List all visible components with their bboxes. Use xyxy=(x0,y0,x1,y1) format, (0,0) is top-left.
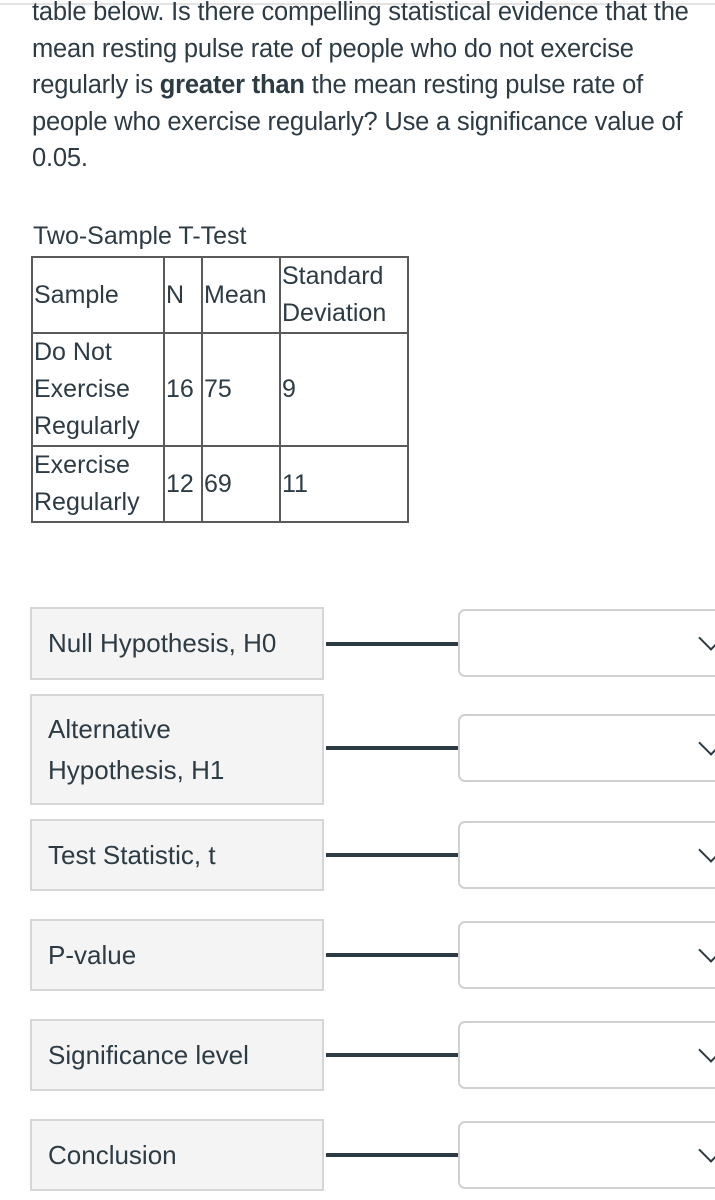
connector-line xyxy=(326,953,458,957)
dropdown-alternative-hypothesis[interactable] xyxy=(458,714,715,782)
cell-n: 16 xyxy=(163,332,203,447)
cell-n: 12 xyxy=(163,445,203,523)
cell-sample: Exercise Regularly xyxy=(31,445,165,523)
label-text: Alternative Hypothesis, H1 xyxy=(48,713,225,785)
chevron-down-icon xyxy=(698,937,715,963)
dropdown-p-value[interactable] xyxy=(458,921,715,989)
connector-line xyxy=(326,642,458,646)
label-significance-level: Significance level xyxy=(30,1019,324,1091)
connector-line xyxy=(326,853,458,857)
cell-mean: 69 xyxy=(201,445,281,523)
table-row: Exercise Regularly 12 69 11 xyxy=(31,445,409,523)
header-sample: Sample xyxy=(31,256,165,334)
label-text: Conclusion xyxy=(48,1139,177,1170)
cell-sample: Do Not Exercise Regularly xyxy=(31,332,165,447)
connector-line xyxy=(326,1053,458,1057)
label-text: Test Statistic, t xyxy=(48,839,216,870)
cell-sd: 11 xyxy=(279,445,409,523)
label-conclusion: Conclusion xyxy=(30,1119,324,1191)
connector-line xyxy=(326,1153,458,1157)
header-standard-deviation: Standard Deviation xyxy=(279,256,409,334)
label-test-statistic: Test Statistic, t xyxy=(30,819,324,891)
chevron-down-icon xyxy=(698,625,715,651)
label-alternative-hypothesis: Alternative Hypothesis, H1 xyxy=(30,694,324,805)
label-null-hypothesis: Null Hypothesis, H0 xyxy=(30,607,324,680)
connector-line xyxy=(326,746,458,750)
question-text: table below. Is there compelling statist… xyxy=(32,0,715,177)
chevron-down-icon xyxy=(698,730,715,756)
question-emphasis: greater than xyxy=(159,71,305,99)
dropdown-significance-level[interactable] xyxy=(458,1021,715,1089)
chevron-down-icon xyxy=(698,1037,715,1063)
label-p-value: P-value xyxy=(30,919,324,991)
label-text: Null Hypothesis, H0 xyxy=(48,628,277,658)
table-title: Two-Sample T-Test xyxy=(33,222,247,250)
label-text: P-value xyxy=(48,939,137,970)
label-text: Significance level xyxy=(48,1039,249,1070)
cell-sd: 9 xyxy=(279,332,409,447)
chevron-down-icon xyxy=(698,1137,715,1163)
chevron-down-icon xyxy=(698,837,715,863)
header-mean: Mean xyxy=(201,256,281,334)
table-row: Do Not Exercise Regularly 16 75 9 xyxy=(31,332,409,447)
dropdown-conclusion[interactable] xyxy=(458,1121,715,1189)
table-header-row: Sample N Mean Standard Deviation xyxy=(31,256,409,334)
header-n: N xyxy=(163,256,203,334)
dropdown-null-hypothesis[interactable] xyxy=(458,609,715,677)
dropdown-test-statistic[interactable] xyxy=(458,821,715,889)
cell-mean: 75 xyxy=(201,332,281,447)
two-sample-t-test-table: Sample N Mean Standard Deviation Do Not … xyxy=(31,256,409,523)
